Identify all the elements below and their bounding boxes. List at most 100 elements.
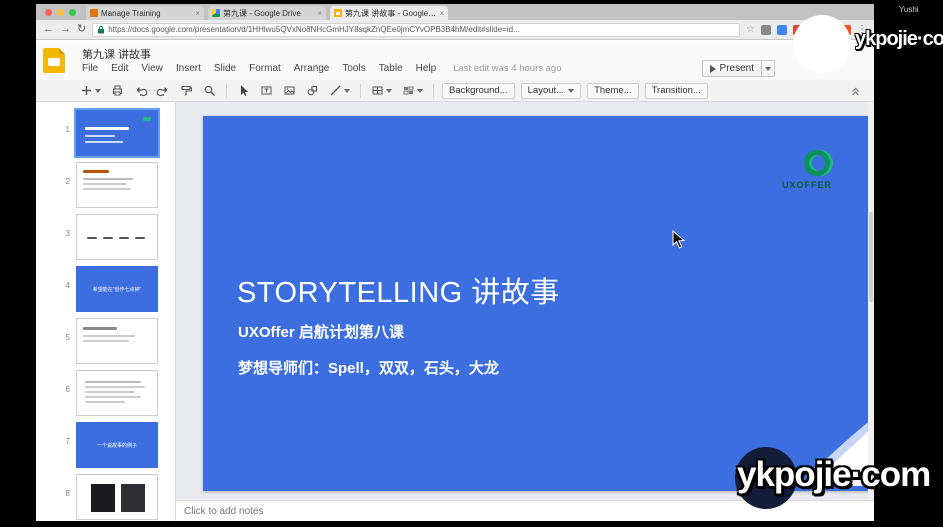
slides-header: 第九课 讲故事 File Edit View Insert Slide Form… (36, 41, 874, 80)
tab-google-drive[interactable]: 第九课 - Google Drive × (208, 6, 326, 20)
play-icon (710, 65, 716, 73)
present-label: Present (720, 63, 754, 74)
menu-arrange[interactable]: Arrange (292, 62, 332, 75)
slide-thumbnail-1[interactable] (76, 110, 158, 156)
chart-tool-button[interactable] (400, 82, 425, 100)
menu-file[interactable]: File (80, 62, 100, 75)
tab-label: Manage Training (101, 9, 192, 18)
slide-number: 5 (58, 333, 70, 342)
menu-slide[interactable]: Slide (212, 62, 238, 75)
transition-button[interactable]: Transition... (645, 83, 708, 99)
toolbar-divider (360, 84, 361, 98)
slide-thumbnail-row: 1 (36, 108, 175, 160)
slide-number: 3 (58, 229, 70, 238)
tab-favicon (90, 9, 98, 17)
minimize-window-icon[interactable] (57, 9, 64, 16)
tab-label: 第九课 讲故事 - Google Sli... (345, 8, 436, 19)
present-button[interactable]: Present (702, 60, 761, 77)
document-title[interactable]: 第九课 讲故事 (82, 46, 151, 62)
slide-thumbnail-4[interactable]: 希望能在"创作七点钟" (76, 266, 158, 312)
menu-help[interactable]: Help (414, 62, 439, 75)
present-control: Present (702, 60, 775, 77)
present-dropdown-button[interactable] (761, 60, 775, 77)
uxoffer-logo-text: UXOFFER (774, 180, 840, 190)
uxoffer-logo: UXOFFER (774, 150, 840, 190)
slide-thumbnail-2[interactable] (76, 162, 158, 208)
extension-icon-apps[interactable] (761, 25, 771, 35)
google-slides-logo[interactable] (43, 48, 65, 73)
layout-button[interactable]: Layout... (521, 83, 581, 99)
line-tool-button[interactable] (327, 82, 352, 100)
menu-view[interactable]: View (139, 62, 165, 75)
bookmark-star-icon[interactable]: ☆ (746, 24, 755, 35)
tab-label: 第九课 - Google Drive (223, 8, 314, 19)
toolbar-divider (433, 84, 434, 98)
slides-favicon (334, 9, 342, 17)
chevron-down-icon (765, 67, 771, 71)
theme-button[interactable]: Theme... (587, 83, 639, 99)
table-tool-button[interactable] (369, 82, 394, 100)
forward-icon[interactable]: → (60, 24, 71, 35)
menu-tools[interactable]: Tools (340, 62, 367, 75)
notes-placeholder: Click to add notes (184, 506, 264, 517)
slide-thumbnail-7[interactable]: 一个说故事的例子 (76, 422, 158, 468)
canvas-scrollbar[interactable] (868, 102, 874, 500)
slide-thumbnail-5[interactable] (76, 318, 158, 364)
url-field[interactable]: https://docs.google.com/presentation/d/1… (92, 23, 740, 37)
menu-format[interactable]: Format (247, 62, 283, 75)
thumbnail-photo (121, 484, 145, 512)
chevron-down-icon (344, 89, 350, 93)
reload-icon[interactable]: ↻ (77, 24, 86, 35)
current-slide[interactable]: UXOFFER STORYTELLING 讲故事 UXOffer 启航计划第八课… (203, 116, 872, 491)
thumbnail-text: 一个说故事的例子 (77, 442, 157, 449)
thumbnail-text: 希望能在"创作七点钟" (77, 286, 157, 293)
back-icon[interactable]: ← (43, 24, 54, 35)
scrollbar-thumb[interactable] (869, 212, 873, 302)
tab-manage-training[interactable]: Manage Training × (86, 6, 204, 20)
slide-thumbnail-row: 8 (36, 472, 175, 524)
slide-thumbnail-6[interactable] (76, 370, 158, 416)
new-slide-button[interactable] (78, 82, 103, 100)
logo-ring-icon (804, 150, 830, 176)
menu-insert[interactable]: Insert (174, 62, 203, 75)
paint-format-button[interactable] (178, 82, 195, 100)
redo-button[interactable] (155, 82, 172, 100)
collapse-toolbar-button[interactable] (849, 84, 862, 97)
close-window-icon[interactable] (45, 9, 52, 16)
print-button[interactable] (109, 82, 126, 100)
watermark-circle (793, 15, 851, 73)
undo-button[interactable] (132, 82, 149, 100)
tab-close-icon[interactable]: × (195, 9, 200, 18)
tab-strip: Manage Training × 第九课 - Google Drive × 第… (36, 4, 874, 20)
lock-icon (97, 25, 105, 34)
slide-number: 4 (58, 281, 70, 290)
extension-icon-blue[interactable] (777, 25, 787, 35)
watermark-text-top: ykpojie·com (855, 28, 943, 51)
tab-close-icon[interactable]: × (317, 9, 322, 18)
background-button[interactable]: Background... (442, 83, 515, 99)
watermark-text-bottom: ykpojie·com (737, 455, 930, 495)
chevron-down-icon (568, 89, 574, 93)
tab-slides-active[interactable]: 第九课 讲故事 - Google Sli... × (330, 6, 448, 20)
select-tool-button[interactable] (235, 82, 252, 100)
mouse-cursor (672, 230, 685, 254)
zoom-window-icon[interactable] (69, 9, 76, 16)
slide-title-text[interactable]: STORYTELLING 讲故事 (237, 269, 560, 311)
slide-thumbnail-3[interactable] (76, 214, 158, 260)
url-text: https://docs.google.com/presentation/d/1… (108, 25, 520, 34)
slide-thumbnail-8[interactable] (76, 474, 158, 520)
layout-label: Layout... (528, 85, 564, 96)
shape-tool-button[interactable] (304, 82, 321, 100)
insert-image-button[interactable] (281, 82, 298, 100)
menu-table[interactable]: Table (377, 62, 405, 75)
menu-edit[interactable]: Edit (109, 62, 130, 75)
last-edit-status[interactable]: Last edit was 4 hours ago (453, 63, 561, 74)
slide-thumbnail-row: 6 (36, 368, 175, 420)
slide-number: 8 (58, 489, 70, 498)
address-bar: ← → ↻ https://docs.google.com/presentati… (36, 20, 874, 40)
textbox-tool-button[interactable] (258, 82, 275, 100)
slide-subtitle-text[interactable]: UXOffer 启航计划第八课 (238, 321, 404, 342)
tab-close-icon[interactable]: × (439, 9, 444, 18)
zoom-button[interactable] (201, 82, 218, 100)
slide-mentors-text[interactable]: 梦想导师们：Spell，双双，石头，大龙 (238, 357, 499, 378)
